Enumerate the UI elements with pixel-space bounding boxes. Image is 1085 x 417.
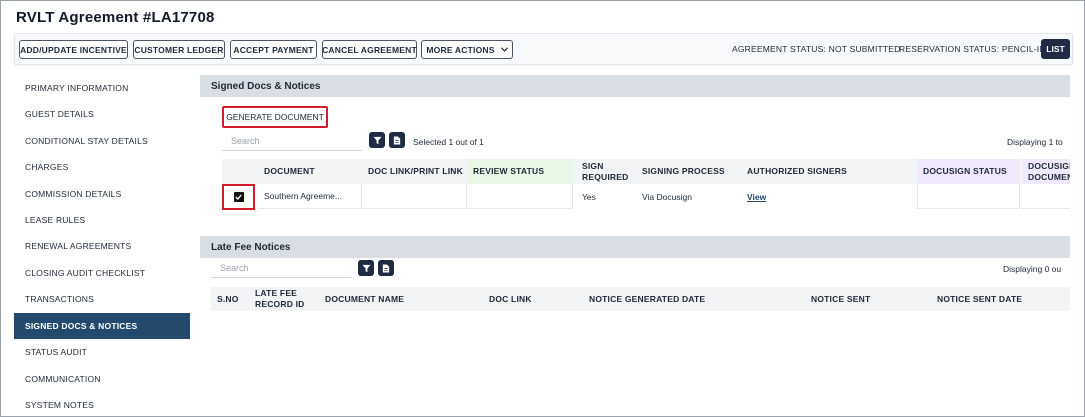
signed-docs-displaying: Displaying 1 to xyxy=(1007,137,1063,147)
cell-document[interactable]: Southern Agreeme... xyxy=(258,184,362,209)
row-checkbox-cell[interactable] xyxy=(222,184,255,210)
col-document: DOCUMENT xyxy=(264,166,315,176)
sidebar-item-status-audit[interactable]: STATUS AUDIT xyxy=(14,339,190,365)
more-actions-label: MORE ACTIONS xyxy=(426,44,495,55)
checkmark-icon xyxy=(235,194,242,200)
col-review-status: REVIEW STATUS xyxy=(467,159,573,184)
cell-docusign-document xyxy=(1022,184,1070,209)
late-fee-export-button[interactable] xyxy=(378,260,394,276)
sidebar-nav: PRIMARY INFORMATION GUEST DETAILS CONDIT… xyxy=(14,75,190,416)
main-content: Signed Docs & Notices GENERATE DOCUMENT … xyxy=(200,75,1070,416)
sidebar-item-signed-docs-notices[interactable]: SIGNED DOCS & NOTICES xyxy=(14,313,190,339)
sidebar-item-communication[interactable]: COMMUNICATION xyxy=(14,366,190,392)
col-docusign-status: DOCUSIGN STATUS xyxy=(917,159,1020,184)
col-doc-link: DOC LINK/PRINT LINK xyxy=(368,166,463,176)
col-signing-process: SIGNING PROCESS xyxy=(642,166,725,176)
late-fee-section: Displaying 0 ou S.NO LATE FEE RECORD ID … xyxy=(200,258,1070,416)
cell-authorized-signers: View xyxy=(741,184,915,209)
table-row: Southern Agreeme... Yes Via Docusign Vie… xyxy=(222,184,1070,210)
cell-signing-process: Via Docusign xyxy=(642,191,692,202)
add-update-incentive-button[interactable]: ADD/UPDATE INCENTIVE xyxy=(19,40,128,59)
sidebar-item-commission-details[interactable]: COMMISSION DETAILS xyxy=(14,181,190,207)
sidebar-item-transactions[interactable]: TRANSACTIONS xyxy=(14,286,190,312)
sidebar-item-closing-audit-checklist[interactable]: CLOSING AUDIT CHECKLIST xyxy=(14,260,190,286)
sidebar-item-charges[interactable]: CHARGES xyxy=(14,154,190,180)
signed-docs-section-header: Signed Docs & Notices xyxy=(200,75,1070,97)
col-notice-sent: NOTICE SENT xyxy=(811,293,871,304)
export-button[interactable] xyxy=(389,132,405,148)
generate-document-button[interactable]: GENERATE DOCUMENT xyxy=(222,106,328,128)
cell-docusign-status xyxy=(917,184,1020,209)
col-authorized-signers: AUTHORIZED SIGNERS xyxy=(747,166,847,176)
col-document-name: DOCUMENT NAME xyxy=(325,293,405,304)
sidebar-item-guest-details[interactable]: GUEST DETAILS xyxy=(14,101,190,127)
document-icon xyxy=(382,263,390,273)
col-sno: S.NO xyxy=(217,293,239,304)
row-checkbox[interactable] xyxy=(233,192,244,202)
late-fee-search-input[interactable] xyxy=(211,258,351,278)
chevron-down-icon xyxy=(500,45,508,54)
sidebar-item-lease-rules[interactable]: LEASE RULES xyxy=(14,207,190,233)
filter-button[interactable] xyxy=(369,132,385,148)
cancel-agreement-button[interactable]: CANCEL AGREEMENT xyxy=(322,40,417,59)
customer-ledger-button[interactable]: CUSTOMER LEDGER xyxy=(133,40,225,59)
app-window: RVLT Agreement #LA17708 ADD/UPDATE INCEN… xyxy=(0,0,1085,417)
filter-icon xyxy=(361,264,371,272)
cell-doc-link xyxy=(362,184,467,209)
view-signers-link[interactable]: View xyxy=(747,192,766,202)
cell-sign-required: Yes xyxy=(582,191,596,202)
sidebar-item-renewal-agreements[interactable]: RENEWAL AGREEMENTS xyxy=(14,233,190,259)
col-sign-required: SIGN REQUIRED xyxy=(582,160,629,182)
accept-payment-button[interactable]: ACCEPT PAYMENT xyxy=(230,40,317,59)
reservation-status: RESERVATION STATUS: PENCIL-IN xyxy=(899,44,1046,54)
action-toolbar: ADD/UPDATE INCENTIVE CUSTOMER LEDGER ACC… xyxy=(14,33,1073,65)
agreement-status: AGREEMENT STATUS: NOT SUBMITTED xyxy=(732,44,901,54)
sidebar-item-primary-information[interactable]: PRIMARY INFORMATION xyxy=(14,75,190,101)
sidebar-item-conditional-stay-details[interactable]: CONDITIONAL STAY DETAILS xyxy=(14,128,190,154)
late-fee-table-header: S.NO LATE FEE RECORD ID DOCUMENT NAME DO… xyxy=(211,287,1070,311)
col-notice-generated-date: NOTICE GENERATED DATE xyxy=(589,293,706,304)
col-docusign-document: DOCUSIGN DOCUMENT xyxy=(1022,159,1070,184)
col-doc-link: DOC LINK xyxy=(489,293,532,304)
list-button[interactable]: LIST xyxy=(1041,39,1070,59)
more-actions-dropdown[interactable]: MORE ACTIONS xyxy=(421,40,513,59)
filter-icon xyxy=(372,136,382,144)
document-icon xyxy=(393,135,401,145)
late-fee-displaying: Displaying 0 ou xyxy=(1003,264,1062,274)
signed-docs-search-input[interactable] xyxy=(222,131,362,151)
signed-docs-table-header: DOCUMENT DOC LINK/PRINT LINK REVIEW STAT… xyxy=(222,159,1070,184)
col-notice-sent-date: NOTICE SENT DATE xyxy=(937,293,1023,304)
cell-review-status xyxy=(467,184,573,209)
signed-docs-section: GENERATE DOCUMENT Selected 1 out of 1 Di… xyxy=(200,97,1070,237)
selected-count: Selected 1 out of 1 xyxy=(413,137,484,147)
sidebar-item-system-notes[interactable]: SYSTEM NOTES xyxy=(14,392,190,416)
page-title: RVLT Agreement #LA17708 xyxy=(16,9,215,26)
late-fee-section-header: Late Fee Notices xyxy=(200,236,1070,258)
col-late-fee-record-id: LATE FEE RECORD ID xyxy=(255,288,305,309)
late-fee-filter-button[interactable] xyxy=(358,260,374,276)
